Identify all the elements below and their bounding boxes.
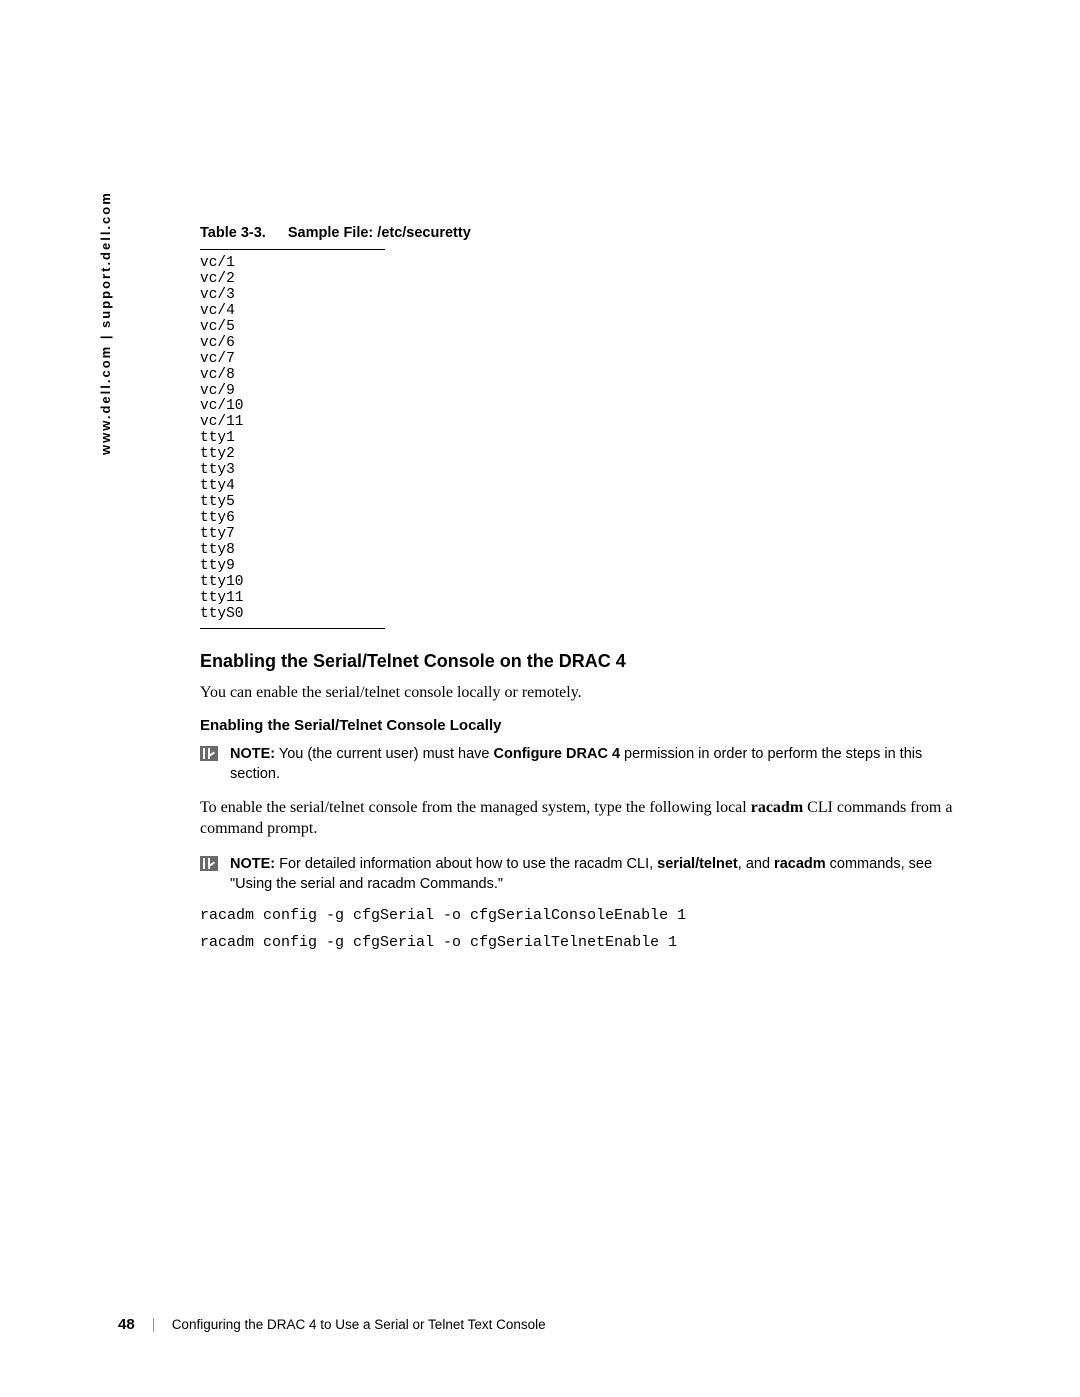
table-title: Sample File: /etc/securetty [288,225,471,241]
table-row: tty3 [200,463,385,479]
note-text: NOTE: For detailed information about how… [230,854,960,895]
table-row: tty10 [200,575,385,591]
note-pre: You (the current user) must have [275,746,493,762]
note-block: NOTE: For detailed information about how… [200,854,960,895]
table-row: vc/6 [200,336,385,352]
page-number: 48 [118,1316,135,1333]
table-row: tty5 [200,495,385,511]
table-row: tty7 [200,527,385,543]
body-paragraph: To enable the serial/telnet console from… [200,797,960,840]
note-label: NOTE: [230,856,275,872]
table-row: tty9 [200,559,385,575]
table-row: vc/4 [200,304,385,320]
table-row: vc/2 [200,272,385,288]
note-icon [200,746,218,761]
table-row: tty11 [200,591,385,607]
section-intro: You can enable the serial/telnet console… [200,682,960,704]
chapter-title: Configuring the DRAC 4 to Use a Serial o… [172,1317,546,1332]
note-bold: racadm [774,856,826,872]
table-row: tty4 [200,479,385,495]
body-bold: racadm [751,799,803,816]
table-row: vc/9 [200,384,385,400]
note-mid: , and [738,856,774,872]
command-line: racadm config -g cfgSerial -o cfgSerialC… [200,907,960,924]
page-content: Table 3-3. Sample File: /etc/securetty v… [200,225,960,961]
note-pre: For detailed information about how to us… [275,856,574,872]
page-footer: 48 Configuring the DRAC 4 to Use a Seria… [118,1316,546,1333]
table-caption: Table 3-3. Sample File: /etc/securetty [200,225,960,241]
table-row: vc/5 [200,320,385,336]
table-row: ttyS0 [200,607,385,623]
note-icon [200,856,218,871]
body-pre: To enable the serial/telnet console from… [200,799,751,816]
note-mono: racadm [574,856,622,872]
table-row: tty1 [200,431,385,447]
table-row: vc/7 [200,352,385,368]
table-row: vc/11 [200,415,385,431]
table-row: tty8 [200,543,385,559]
table-row: vc/1 [200,256,385,272]
note-text: NOTE: You (the current user) must have C… [230,744,960,785]
securetty-table: vc/1 vc/2 vc/3 vc/4 vc/5 vc/6 vc/7 vc/8 … [200,249,385,629]
table-row: vc/3 [200,288,385,304]
note-mid: CLI, [623,856,658,872]
table-label: Table 3-3. [200,225,266,241]
footer-divider [153,1318,154,1332]
sidebar-url: www.dell.com | support.dell.com [98,191,113,455]
subsection-heading: Enabling the Serial/Telnet Console Local… [200,717,960,734]
command-line: racadm config -g cfgSerial -o cfgSerialT… [200,934,960,951]
note-block: NOTE: You (the current user) must have C… [200,744,960,785]
table-row: vc/10 [200,399,385,415]
note-label: NOTE: [230,746,275,762]
table-row: tty2 [200,447,385,463]
table-row: vc/8 [200,368,385,384]
table-row: tty6 [200,511,385,527]
note-bold: serial/telnet [657,856,738,872]
section-heading: Enabling the Serial/Telnet Console on th… [200,651,960,672]
note-bold: Configure DRAC 4 [494,746,620,762]
